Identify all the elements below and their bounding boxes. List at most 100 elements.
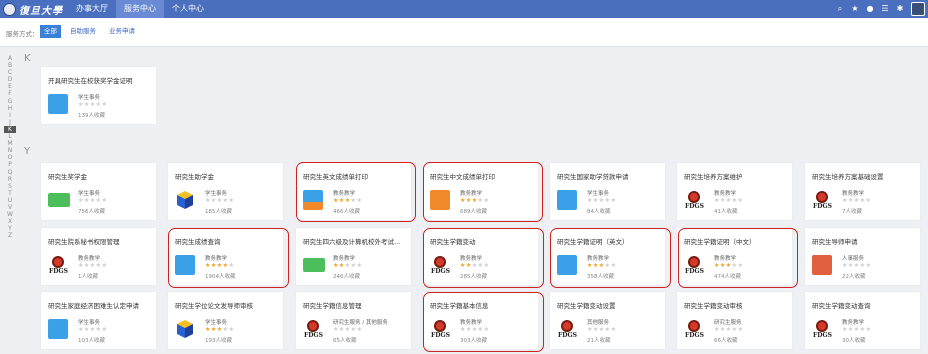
card-category: 学生事务 bbox=[205, 320, 228, 326]
service-card[interactable]: 研究生导师申请 人事服务 ★★★★★ 22人收藏 bbox=[805, 228, 920, 285]
alpha-letter-l[interactable]: L bbox=[4, 133, 16, 140]
top-icons: ⌕ ★ ● ☰ ✱ bbox=[836, 0, 925, 18]
alpha-letter-r[interactable]: R bbox=[4, 176, 16, 183]
card-category: 学生事务 bbox=[205, 191, 228, 197]
nav-personal[interactable]: 个人中心 bbox=[164, 0, 212, 18]
alpha-letter-o[interactable]: O bbox=[4, 154, 16, 161]
service-card[interactable]: 研究生国家助学贷款申请 学生事务 ★★★★★ 84人收藏 bbox=[550, 163, 665, 220]
nav-hall[interactable]: 办事大厅 bbox=[68, 0, 116, 18]
service-card[interactable]: 研究生院系秘书权限管理 FDGS 教务教学 ★★★★★ 1人收藏 bbox=[41, 228, 156, 285]
service-card[interactable]: 研究生培养方案基础设置 FDGS 教务教学 ★★★★★ 7人收藏 bbox=[805, 163, 920, 220]
nav-service-center[interactable]: 服务中心 bbox=[116, 0, 164, 18]
service-card[interactable]: 研究生家庭经济困难生认定申请 学生事务 ★★★★★ 103人收藏 bbox=[41, 292, 156, 349]
alpha-letter-v[interactable]: V bbox=[4, 204, 16, 211]
card-category: 学生事务 bbox=[587, 191, 610, 197]
alpha-letter-g[interactable]: G bbox=[4, 98, 16, 105]
alpha-letter-h[interactable]: H bbox=[4, 105, 16, 112]
favorites-count: 66人收藏 bbox=[714, 338, 738, 344]
star-icon: ★ bbox=[356, 262, 363, 269]
service-card[interactable]: 研究生培养方案维护 FDGS 教务教学 ★★★★★ 41人收藏 bbox=[677, 163, 792, 220]
gear-icon[interactable]: ✱ bbox=[896, 5, 904, 13]
avatar[interactable] bbox=[911, 2, 925, 16]
rating-stars: ★★★★★ bbox=[714, 326, 743, 333]
star-icon: ★ bbox=[865, 326, 872, 333]
star-icon: ★ bbox=[737, 326, 744, 333]
alpha-letter-p[interactable]: P bbox=[4, 161, 16, 168]
menu-icon[interactable]: ☰ bbox=[881, 5, 889, 13]
university-logo[interactable]: 復旦大學 bbox=[3, 2, 63, 17]
card-title: 研究生学籍变动设置 bbox=[557, 302, 616, 310]
card-category: 教务教学 bbox=[78, 256, 101, 262]
service-card[interactable]: 研究生奖学金 学生事务 ★★★★★ 756人收藏 bbox=[41, 163, 156, 220]
rating-stars: ★★★★★ bbox=[842, 326, 871, 333]
alpha-letter-b[interactable]: B bbox=[4, 62, 16, 69]
card-title: 研究生家庭经济困难生认定申请 bbox=[48, 302, 139, 310]
service-card[interactable]: 研究生学籍信息管理 FDGS 研究生服务 / 其他服务 ★★★★★ 65人收藏 bbox=[296, 292, 411, 349]
rating-stars: ★★★★★ bbox=[714, 197, 743, 204]
fdgs-logo-icon bbox=[52, 256, 64, 268]
star-icon[interactable]: ★ bbox=[851, 5, 859, 13]
star-icon: ★ bbox=[610, 326, 617, 333]
alpha-letter-f[interactable]: F bbox=[4, 90, 16, 97]
favorites-count: 756人收藏 bbox=[78, 209, 105, 215]
service-card[interactable]: 研究生学籍变动审核 FDGS 研究生服务 ★★★★★ 66人收藏 bbox=[677, 292, 792, 349]
fdgs-logo-icon bbox=[688, 320, 700, 332]
fdgs-label: FDGS bbox=[813, 332, 832, 339]
section-letter-y: Y bbox=[24, 146, 31, 157]
alpha-letter-u[interactable]: U bbox=[4, 197, 16, 204]
logo-text: 復旦大學 bbox=[19, 5, 63, 17]
filter-self-service[interactable]: 自助服务 bbox=[66, 25, 100, 38]
service-card[interactable]: 开具研究生在校获奖学金证明 学生事务 ★★★★★ 139人收藏 bbox=[41, 67, 156, 124]
fdgs-label: FDGS bbox=[304, 332, 323, 339]
service-card[interactable]: 研究生学籍变动查询 FDGS 教务教学 ★★★★★ 30人收藏 bbox=[805, 292, 920, 349]
filter-all[interactable]: 全部 bbox=[40, 25, 61, 38]
alpha-letter-m[interactable]: M bbox=[4, 140, 16, 147]
alpha-letter-w[interactable]: W bbox=[4, 211, 16, 218]
alpha-letter-y[interactable]: Y bbox=[4, 225, 16, 232]
alpha-letter-c[interactable]: C bbox=[4, 69, 16, 76]
star-icon: ★ bbox=[228, 326, 235, 333]
filter-application[interactable]: 业务申请 bbox=[105, 25, 139, 38]
card-category: 教务教学 bbox=[333, 256, 356, 262]
search-icon[interactable]: ⌕ bbox=[836, 5, 844, 13]
service-card[interactable]: 研究生学籍变动设置 FDGS 其他服务 ★★★★★ 21人收藏 bbox=[550, 292, 665, 349]
highlight-box bbox=[423, 162, 543, 222]
card-category: 研究生服务 bbox=[714, 320, 742, 326]
favorites-count: 65人收藏 bbox=[333, 338, 357, 344]
alpha-letter-i[interactable]: I bbox=[4, 112, 16, 119]
alpha-letter-j[interactable]: J bbox=[4, 119, 16, 126]
person-card-icon bbox=[812, 255, 832, 275]
card-category: 学生事务 bbox=[78, 95, 101, 101]
alpha-letter-z[interactable]: Z bbox=[4, 232, 16, 239]
card-category: 教务教学 bbox=[714, 191, 737, 197]
cube-icon bbox=[177, 191, 193, 209]
card-title: 研究生学位论文发导师审核 bbox=[175, 302, 253, 310]
alpha-letter-q[interactable]: Q bbox=[4, 169, 16, 176]
alpha-letter-n[interactable]: N bbox=[4, 147, 16, 154]
alpha-letter-a[interactable]: A bbox=[4, 55, 16, 62]
alpha-letter-d[interactable]: D bbox=[4, 76, 16, 83]
card-title: 研究生国家助学贷款申请 bbox=[557, 173, 629, 181]
star-icon: ★ bbox=[101, 326, 108, 333]
alpha-letter-t[interactable]: T bbox=[4, 190, 16, 197]
fdgs-logo-icon bbox=[307, 320, 319, 332]
alpha-letter-e[interactable]: E bbox=[4, 83, 16, 90]
rating-stars: ★★★★★ bbox=[587, 197, 616, 204]
alpha-letter-k[interactable]: K bbox=[4, 125, 16, 134]
card-category: 研究生服务 / 其他服务 bbox=[333, 320, 388, 326]
section-letter-k: K bbox=[24, 53, 31, 64]
alpha-letter-x[interactable]: X bbox=[4, 218, 16, 225]
favorites-count: 193人收藏 bbox=[205, 338, 232, 344]
service-card[interactable]: 研究生学位论文发导师审核 学生事务 ★★★★★ 193人收藏 bbox=[168, 292, 283, 349]
card-category: 学生事务 bbox=[78, 191, 101, 197]
seal-icon bbox=[3, 2, 16, 16]
favorites-count: 1人收藏 bbox=[78, 274, 98, 280]
card-title: 研究生学籍变动审核 bbox=[684, 302, 743, 310]
help-icon[interactable]: ● bbox=[866, 5, 874, 13]
favorites-count: 30人收藏 bbox=[842, 338, 866, 344]
service-card[interactable]: 研究生四六级及计算机校外考试... 教务教学 ★★★★★ 246人收藏 bbox=[296, 228, 411, 285]
service-card[interactable]: 研究生助学金 学生事务 ★★★★★ 185人收藏 bbox=[168, 163, 283, 220]
card-title: 开具研究生在校获奖学金证明 bbox=[48, 77, 133, 85]
rating-stars: ★★★★★ bbox=[78, 197, 107, 204]
alpha-letter-s[interactable]: S bbox=[4, 183, 16, 190]
